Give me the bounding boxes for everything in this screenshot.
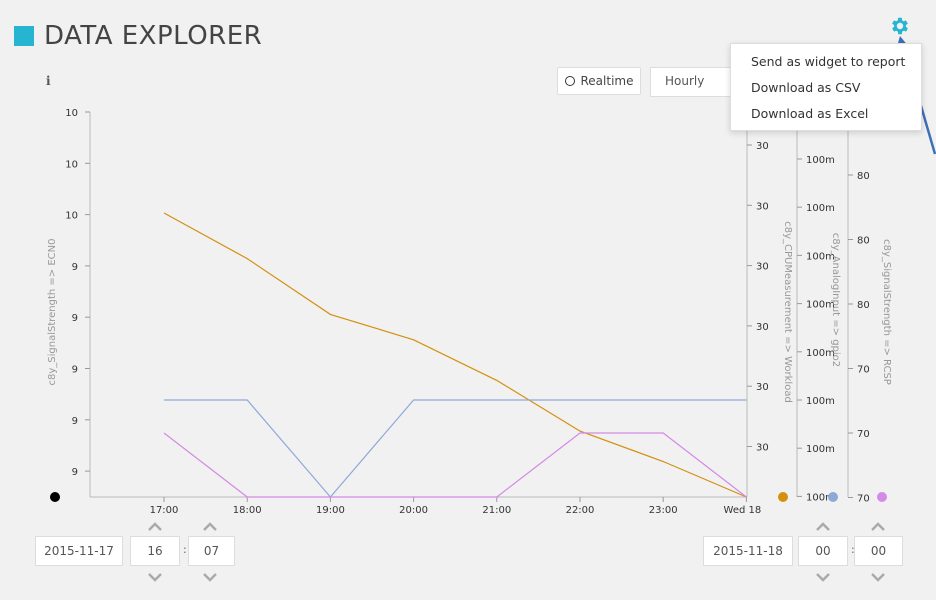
ecn0-tick-label: 10: [65, 211, 78, 222]
gpio2-series-line: [164, 399, 747, 498]
workload-series-line: [163, 212, 747, 498]
end-minute-down-icon[interactable]: [870, 572, 886, 582]
rcsp-tick-label: 80: [857, 171, 870, 182]
x-tick-label: Wed 18: [724, 505, 762, 516]
start-minute-up-icon[interactable]: [202, 522, 218, 532]
start-hour-up-icon[interactable]: [147, 522, 163, 532]
ecn0-tick-label: 9: [72, 365, 78, 376]
ecn0-tick-label: 10: [65, 159, 78, 170]
ecn0-tick-label: 9: [72, 313, 78, 324]
gpio2-axis-label: c8y_AnalogInput => gpio2: [830, 233, 841, 367]
x-tick-label: 19:00: [316, 505, 345, 516]
workload-tick-label: 30: [756, 262, 769, 273]
interval-select[interactable]: Hourly: [650, 67, 740, 97]
info-icon[interactable]: i: [46, 74, 51, 88]
start-hour-input[interactable]: 16: [130, 536, 180, 566]
menu-item-send-widget[interactable]: Send as widget to report: [731, 49, 921, 75]
start-time-separator: :: [183, 543, 187, 556]
gpio2-tick-label: 100m: [806, 203, 835, 214]
end-hour-up-icon[interactable]: [815, 522, 831, 532]
rcsp-tick-label: 70: [857, 365, 870, 376]
rcsp-tick-label: 80: [857, 236, 870, 247]
ecn0-tick-label: 10: [65, 108, 78, 119]
x-tick-label: 18:00: [233, 505, 262, 516]
workload-tick-label: 30: [756, 201, 769, 212]
x-tick-label: 21:00: [482, 505, 511, 516]
realtime-label: Realtime: [580, 74, 634, 88]
ecn0-tick-label: 9: [72, 262, 78, 273]
rcsp-series-line: [163, 432, 747, 498]
realtime-button[interactable]: Realtime: [557, 67, 641, 95]
gpio2-legend-dot: [828, 492, 838, 502]
page-title: DATA EXPLORER: [44, 21, 263, 51]
workload-tick-label: 30: [756, 322, 769, 333]
rcsp-tick-label: 70: [857, 429, 870, 440]
workload-axis-label: c8y_CPUMeasurement => Workload: [782, 221, 793, 403]
start-minute-down-icon[interactable]: [202, 572, 218, 582]
workload-tick-label: 30: [756, 382, 769, 393]
rcsp-axis-label: c8y_SignalStrength => RCSP: [881, 239, 892, 385]
end-date-input[interactable]: 2015-11-18: [703, 536, 793, 566]
start-date-input[interactable]: 2015-11-17: [35, 536, 123, 566]
ecn0-axis-label: c8y_SignalStrength => ECN0: [47, 238, 58, 385]
ecn0-tick-label: 9: [72, 467, 78, 478]
end-minute-up-icon[interactable]: [870, 522, 886, 532]
rcsp-legend-dot: [877, 492, 887, 502]
line-chart: 17:00 18:00 19:00 20:00 21:00 22:00 23:00 Wed 1…: [47, 108, 892, 516]
workload-tick-label: 30: [756, 443, 769, 454]
gpio2-tick-label: 100m: [806, 444, 835, 455]
ecn0-tick-label: 9: [72, 416, 78, 427]
brand-square-icon: [14, 26, 34, 46]
gear-icon[interactable]: [889, 15, 911, 37]
gpio2-tick-label: 100m: [806, 155, 835, 166]
page-header: DATA EXPLORER: [14, 20, 262, 52]
start-hour-down-icon[interactable]: [147, 572, 163, 582]
end-minute-input[interactable]: 00: [854, 536, 903, 566]
x-tick-label: 22:00: [566, 505, 595, 516]
rcsp-tick-label: 80: [857, 300, 870, 311]
end-hour-down-icon[interactable]: [815, 572, 831, 582]
export-menu: Send as widget to report Download as CSV…: [730, 43, 922, 131]
radio-circle-icon: [564, 76, 575, 86]
end-hour-input[interactable]: 00: [798, 536, 848, 566]
gpio2-tick-label: 100m: [806, 396, 835, 407]
ecn0-legend-dot: [50, 492, 60, 502]
menu-item-download-excel[interactable]: Download as Excel: [731, 101, 921, 127]
workload-legend-dot: [778, 492, 788, 502]
menu-item-download-csv[interactable]: Download as CSV: [731, 75, 921, 101]
start-minute-input[interactable]: 07: [188, 536, 235, 566]
workload-tick-label: 30: [756, 141, 769, 152]
x-tick-label: 20:00: [399, 505, 428, 516]
rcsp-tick-label: 70: [857, 494, 870, 505]
x-tick-label: 23:00: [649, 505, 678, 516]
x-tick-label: 17:00: [150, 505, 179, 516]
